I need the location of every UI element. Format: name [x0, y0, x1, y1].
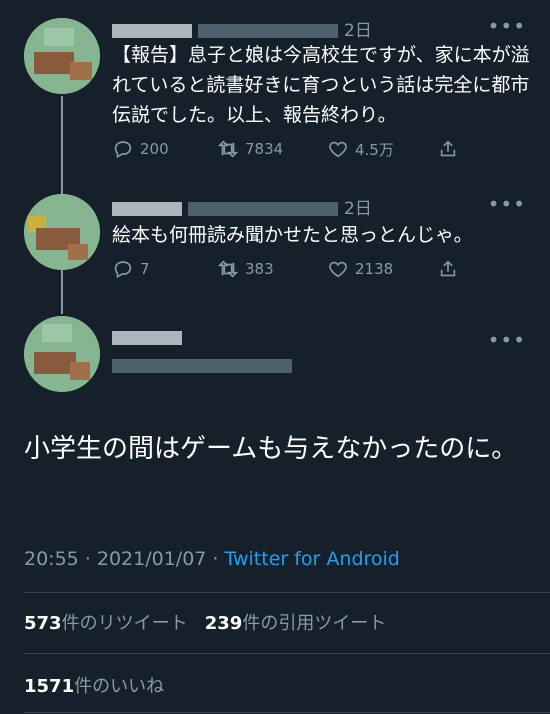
retweet-icon — [217, 140, 239, 158]
divider — [24, 653, 550, 654]
tweet-text: 絵本も何冊読み聞かせたと思っとんじゃ。 — [112, 224, 473, 246]
share-button[interactable] — [437, 138, 459, 160]
retweet-icon — [217, 260, 239, 278]
tweet-text: 【報告】息子と娘は今高校生ですが、家に本が溢れていると読書好きに育つという話は完… — [112, 44, 530, 126]
like-count: 2138 — [355, 260, 394, 278]
tweet-source-link[interactable]: Twitter for Android — [225, 548, 400, 570]
reply-button[interactable]: 7 — [112, 258, 150, 280]
like-button[interactable]: 2138 — [327, 258, 393, 280]
tweet-meta: 20:55 · 2021/01/07 · Twitter for Android — [24, 548, 400, 570]
share-icon — [440, 260, 456, 277]
reply-icon — [114, 141, 132, 159]
author-handle — [112, 356, 530, 380]
quotes-stat[interactable]: 239件の引用ツイート — [205, 613, 387, 634]
like-icon — [329, 141, 347, 158]
tweet-time: 2日 — [344, 21, 372, 41]
likes-stat[interactable]: 1571件のいいね — [24, 672, 164, 698]
like-button[interactable]: 4.5万 — [327, 138, 394, 160]
retweet-count: 7834 — [245, 140, 284, 158]
thread-tweet-2[interactable]: 2日 ••• 絵本も何冊読み聞かせたと思っとんじゃ。 7 383 2138 — [0, 180, 550, 300]
main-tweet: ••• — [0, 300, 550, 714]
thread-tweet-1[interactable]: 2日 ••• 【報告】息子と娘は今高校生ですが、家に本が溢れていると読書好きに育… — [0, 0, 550, 180]
like-count: 4.5万 — [355, 140, 394, 159]
tweet-actions: 200 7834 4.5万 — [112, 138, 532, 164]
like-icon — [329, 261, 347, 278]
author-name-row: 2日 — [112, 194, 530, 219]
share-icon — [440, 140, 456, 157]
divider — [24, 712, 550, 713]
avatar[interactable] — [24, 316, 100, 392]
more-icon[interactable]: ••• — [488, 328, 526, 352]
retweets-stat[interactable]: 573件のリツイート — [24, 613, 188, 634]
tweet-time: 2日 — [344, 199, 372, 219]
share-button[interactable] — [437, 258, 459, 280]
reply-count: 200 — [140, 140, 169, 158]
more-icon[interactable]: ••• — [488, 192, 526, 216]
reply-icon — [114, 261, 132, 279]
reply-count: 7 — [140, 260, 150, 278]
divider — [24, 592, 550, 593]
engagement-stats: 573件のリツイート 239件の引用ツイート — [24, 609, 386, 635]
retweet-count: 383 — [245, 260, 274, 278]
tweet-timestamp: 20:55 · 2021/01/07 · — [24, 548, 225, 570]
reply-button[interactable]: 200 — [112, 138, 169, 160]
more-icon[interactable]: ••• — [488, 14, 526, 38]
retweet-button[interactable]: 7834 — [217, 138, 283, 160]
author-display-name — [112, 328, 530, 352]
avatar[interactable] — [24, 18, 100, 94]
avatar[interactable] — [24, 194, 100, 270]
tweet-actions: 7 383 2138 — [112, 258, 532, 284]
main-tweet-text: 小学生の間はゲームも与えなかったのに。 — [24, 434, 518, 464]
retweet-button[interactable]: 383 — [217, 258, 274, 280]
author-name-row: 2日 — [112, 16, 530, 41]
